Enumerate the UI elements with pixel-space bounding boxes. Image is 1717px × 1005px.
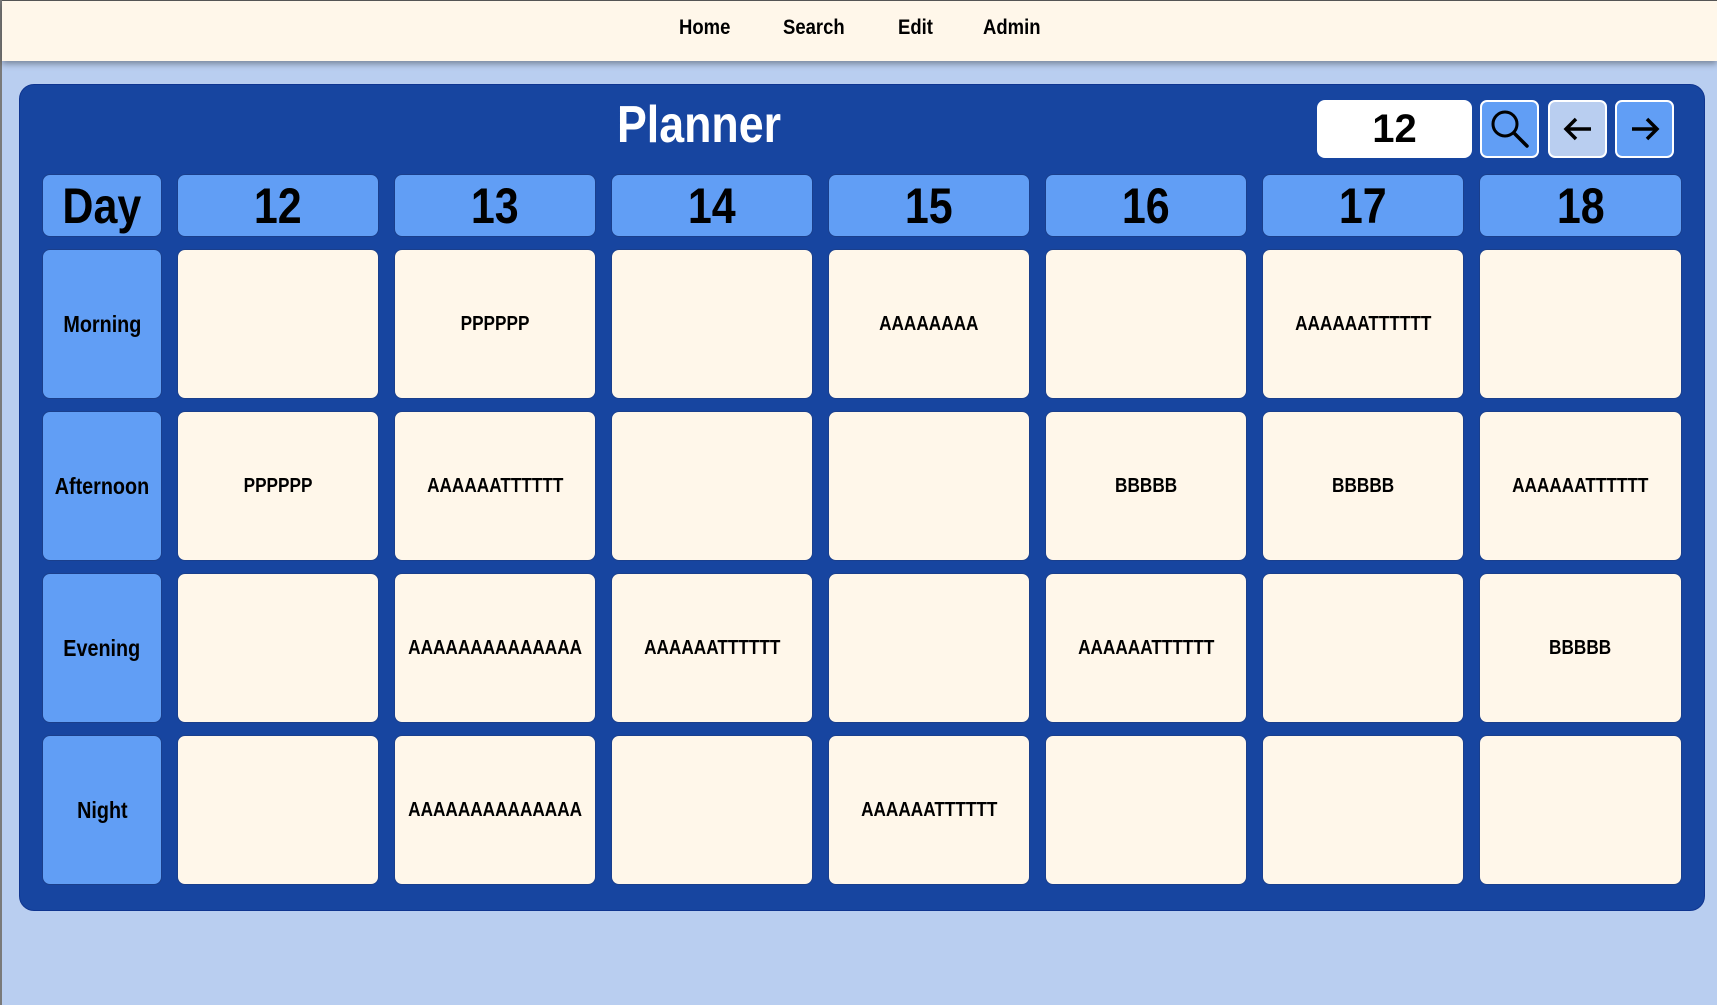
row-label-text: Afternoon	[54, 472, 150, 499]
planner-slot[interactable]	[1045, 735, 1247, 885]
slot-text: BBBBB	[1114, 474, 1178, 497]
corner-header: Day	[42, 174, 162, 237]
top-nav: Home Search Edit Admin	[2, 0, 1717, 61]
arrow-left-icon	[1563, 117, 1591, 141]
slot-text: AAAAAAAAAAAAAA	[408, 798, 582, 821]
day-number: 14	[688, 177, 736, 234]
day-number: 17	[1339, 177, 1387, 234]
page-title: Planner	[616, 96, 782, 154]
slot-text: AAAAAATTTTTT	[426, 474, 564, 497]
planner-slot[interactable]: AAAAAAAA	[828, 249, 1030, 399]
nav-search[interactable]: Search	[783, 16, 845, 40]
day-input[interactable]	[1317, 100, 1472, 158]
planner-slot[interactable]	[828, 411, 1030, 561]
planner-slot[interactable]: AAAAAAAAAAAAAA	[394, 573, 596, 723]
row-label-text: Morning	[62, 310, 141, 337]
slot-text: AAAAAATTTTTT	[643, 636, 781, 659]
nav-edit[interactable]: Edit	[898, 16, 933, 40]
day-header: 18	[1479, 174, 1682, 237]
day-number: 15	[905, 177, 953, 234]
day-number: 18	[1556, 177, 1605, 234]
planner-slot[interactable]: BBBBB	[1045, 411, 1247, 561]
day-header: 13	[394, 174, 596, 237]
planner-slot[interactable]	[177, 249, 379, 399]
row-label-text: Evening	[63, 634, 141, 661]
planner-slot[interactable]	[1262, 573, 1464, 723]
day-header: 12	[177, 174, 379, 237]
planner-slot[interactable]	[1262, 735, 1464, 885]
slot-text: AAAAAATTTTTT	[860, 798, 998, 821]
row-label-evening: Evening	[42, 573, 162, 723]
planner-slot[interactable]: AAAAAATTTTTT	[394, 411, 596, 561]
planner-slot[interactable]	[611, 411, 813, 561]
search-button[interactable]	[1480, 100, 1539, 158]
slot-text: AAAAAAAAAAAAAA	[408, 636, 582, 659]
planner-slot[interactable]: AAAAAAAAAAAAAA	[394, 735, 596, 885]
slot-text: PPPPPP	[243, 474, 313, 497]
slot-text: AAAAAATTTTTT	[1294, 312, 1432, 335]
nav-admin[interactable]: Admin	[983, 16, 1040, 40]
planner-slot[interactable]	[611, 735, 813, 885]
day-number: 16	[1122, 177, 1170, 234]
planner-slot[interactable]	[828, 573, 1030, 723]
day-header: 16	[1045, 174, 1247, 237]
planner-slot[interactable]	[1479, 249, 1682, 399]
planner-slot[interactable]	[1479, 735, 1682, 885]
day-number: 13	[471, 177, 519, 234]
slot-text: BBBBB	[1331, 474, 1395, 497]
planner-slot[interactable]: PPPPPP	[394, 249, 596, 399]
planner-slot[interactable]: AAAAAATTTTTT	[828, 735, 1030, 885]
day-header: 15	[828, 174, 1030, 237]
planner-slot[interactable]: PPPPPP	[177, 411, 379, 561]
planner-slot[interactable]	[1045, 249, 1247, 399]
planner-slot[interactable]: AAAAAATTTTTT	[611, 573, 813, 723]
row-label-text: Night	[76, 796, 128, 823]
day-header: 14	[611, 174, 813, 237]
day-number: 12	[254, 177, 302, 234]
planner-slot[interactable]: BBBBB	[1262, 411, 1464, 561]
row-label-night: Night	[42, 735, 162, 885]
slot-text: AAAAAATTTTTT	[1512, 474, 1649, 497]
slot-text: AAAAAAAA	[879, 312, 979, 335]
slot-text: PPPPPP	[460, 312, 530, 335]
planner-slot[interactable]: AAAAAATTTTTT	[1479, 411, 1682, 561]
nav-home[interactable]: Home	[679, 16, 730, 40]
row-label-afternoon: Afternoon	[42, 411, 162, 561]
planner-slot[interactable]	[611, 249, 813, 399]
day-header: 17	[1262, 174, 1464, 237]
next-week-button[interactable]	[1615, 100, 1674, 158]
planner-slot[interactable]: AAAAAATTTTTT	[1262, 249, 1464, 399]
search-icon	[1491, 110, 1529, 148]
slot-text: BBBBB	[1549, 636, 1612, 659]
planner-slot[interactable]: AAAAAATTTTTT	[1045, 573, 1247, 723]
corner-header-label: Day	[62, 177, 142, 234]
row-label-morning: Morning	[42, 249, 162, 399]
slot-text: AAAAAATTTTTT	[1077, 636, 1215, 659]
planner-slot[interactable]	[177, 735, 379, 885]
planner-slot[interactable]: BBBBB	[1479, 573, 1682, 723]
planner-slot[interactable]	[177, 573, 379, 723]
arrow-right-icon	[1631, 117, 1659, 141]
prev-week-button[interactable]	[1548, 100, 1607, 158]
